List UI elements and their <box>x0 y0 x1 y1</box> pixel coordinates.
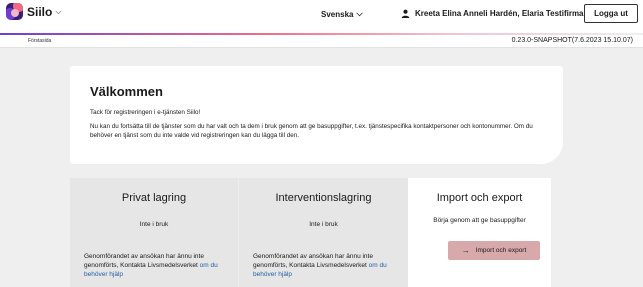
welcome-panel: Välkommen Tack för registreringen i e-tj… <box>70 66 563 164</box>
arrow-right-icon: → <box>461 246 470 255</box>
import-export-button[interactable]: → Import och export <box>448 241 540 260</box>
logo-text: Siilo <box>27 4 53 19</box>
language-label: Svenska <box>321 9 354 19</box>
card-note: Genomförandet av ansökan har ännu inte g… <box>253 252 403 279</box>
logout-button[interactable]: Logga ut <box>584 4 638 23</box>
card-note: Genomförandet av ansökan har ännu inte g… <box>84 252 234 279</box>
language-selector[interactable]: Svenska ⌵ <box>321 9 363 19</box>
user-info: Kreeta Elina Anneli Hardén, Elaria Testi… <box>401 9 584 18</box>
card-title: Import och export <box>436 192 523 204</box>
user-icon <box>401 9 410 18</box>
siilo-logo-icon <box>6 3 23 20</box>
top-header: Siilo ⌵ Svenska ⌵ Kreeta Elina Anneli Ha… <box>0 0 643 33</box>
chevron-down-icon: ⌵ <box>55 6 62 16</box>
card-title: Privat lagring <box>121 192 187 204</box>
breadcrumb: Förstasida 0.23.0-SNAPSHOT(7.6.2023 15.1… <box>0 35 643 48</box>
service-card-intervention-storage: Interventionslagring Inte i bruk Genomfö… <box>238 178 408 287</box>
card-status: Inte i bruk <box>139 221 169 228</box>
card-status: Inte i bruk <box>309 221 338 228</box>
card-note-text: Genomförandet av ansökan har ännu inte g… <box>84 253 204 269</box>
card-title: Interventionslagring <box>275 192 372 204</box>
welcome-body: Nu kan du fortsätta till de tjänster som… <box>90 123 533 139</box>
chevron-down-icon: ⌵ <box>356 9 363 18</box>
welcome-thanks: Tack för registreringen i e-tjänsten Sii… <box>90 109 201 116</box>
card-note-text: Genomförandet av ansökan har ännu inte g… <box>253 253 373 269</box>
card-status: Börja genom att ge basuppgifter <box>433 217 526 224</box>
welcome-title: Välkommen <box>90 84 163 99</box>
service-card-private-storage: Privat lagring Inte i bruk Genomförandet… <box>70 178 238 287</box>
import-export-button-label: Import och export <box>475 247 527 254</box>
service-card-import-export: Import och export Börja genom att ge bas… <box>408 178 551 287</box>
version-label: 0.23.0-SNAPSHOT(7.6.2023 15.10.07) <box>511 37 633 44</box>
service-cards: Privat lagring Inte i bruk Genomförandet… <box>70 178 551 287</box>
breadcrumb-item-home[interactable]: Förstasida <box>28 38 51 44</box>
siilo-logo[interactable]: Siilo ⌵ <box>6 3 61 20</box>
user-name: Kreeta Elina Anneli Hardén, Elaria Testi… <box>415 9 584 18</box>
